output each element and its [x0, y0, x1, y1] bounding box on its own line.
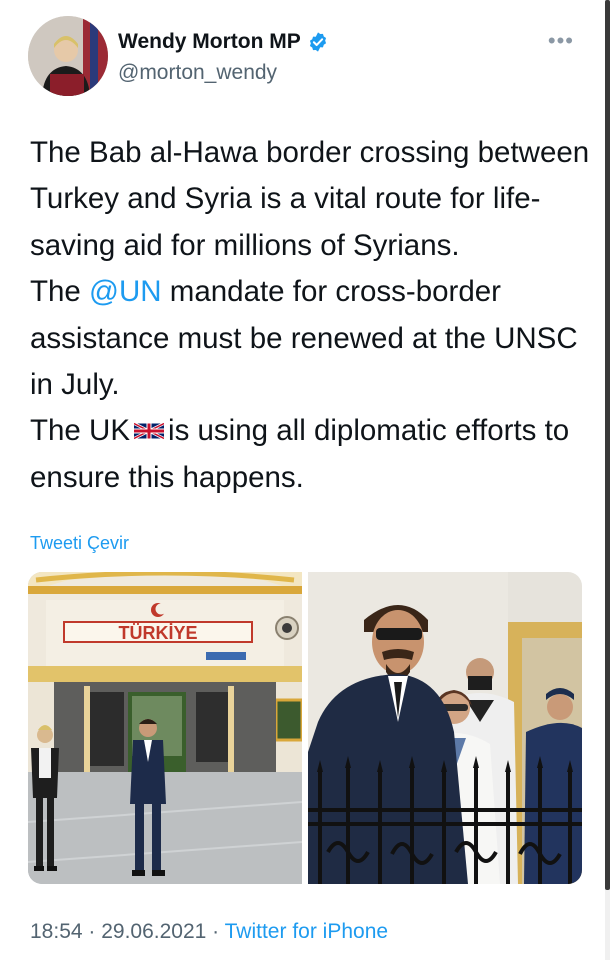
tweet-time[interactable]: 18:54 — [30, 920, 83, 943]
verified-badge-icon — [309, 32, 326, 52]
tweet-text: The Bab al-Hawa border crossing between … — [30, 130, 590, 501]
tweet-date[interactable]: 29.06.2021 — [101, 920, 206, 943]
turkiye-sign-text: TÜRKİYE — [118, 623, 197, 643]
translate-tweet-link[interactable]: Tweeti Çevir — [30, 533, 129, 554]
tweet-paragraph-2: The @UN mandate for cross-border assista… — [30, 269, 590, 408]
tweet-paragraph-1: The Bab al-Hawa border crossing between … — [30, 136, 590, 262]
more-horizontal-icon[interactable]: ••• — [548, 28, 574, 54]
author-name[interactable]: Wendy Morton MP — [118, 30, 301, 54]
tweet-meta: 18:54 · 29.06.2021 · Twitter for iPhone — [30, 920, 388, 944]
avatar[interactable] — [28, 16, 108, 96]
scrollbar[interactable] — [605, 0, 610, 960]
tweet-photo-1[interactable]: TÜRKİYE — [28, 572, 302, 884]
tweet-source-link[interactable]: Twitter for iPhone — [225, 920, 388, 943]
tweet-text-segment: The UK — [30, 414, 131, 448]
meta-separator: · — [82, 920, 102, 943]
mention-link-un[interactable]: @UN — [89, 275, 162, 308]
scrollbar-thumb[interactable] — [605, 0, 610, 890]
uk-flag-icon — [134, 422, 165, 441]
tweet-text-segment: The — [30, 275, 90, 309]
tweet-paragraph-3: The UK is using all diplomatic efforts t… — [30, 408, 590, 501]
tweet-photo-2[interactable] — [308, 572, 582, 884]
meta-separator: · — [206, 920, 225, 943]
author-handle[interactable]: @morton_wendy — [118, 61, 277, 85]
